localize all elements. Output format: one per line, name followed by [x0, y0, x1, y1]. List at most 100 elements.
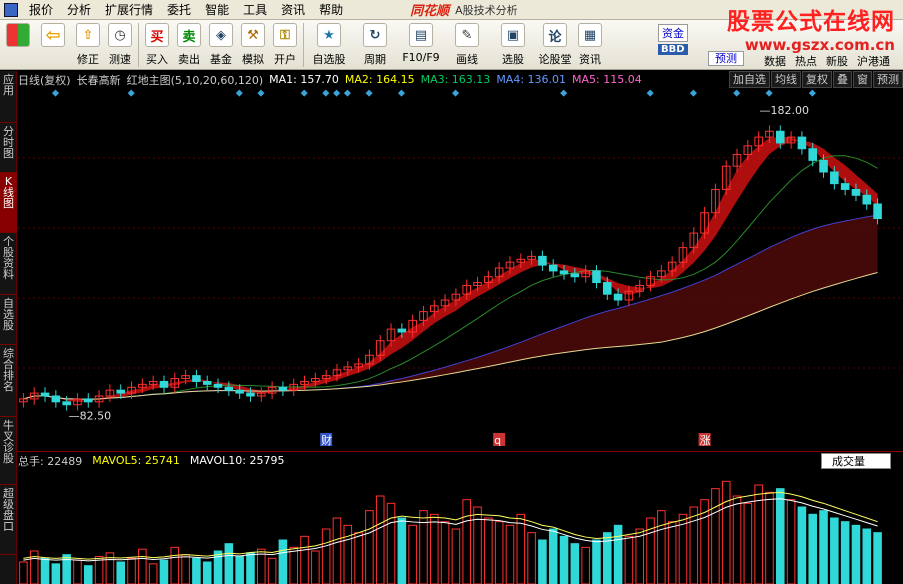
watchlist-button[interactable]: ★ 自选股 — [306, 20, 352, 70]
candle-body — [840, 183, 850, 190]
left-tab-watchlist[interactable]: 自选股 — [0, 295, 17, 345]
volume-bar — [365, 510, 374, 584]
menu-item-extended-quote[interactable]: 扩展行情 — [98, 0, 160, 20]
sell-button[interactable]: 卖 卖出 — [173, 20, 205, 70]
watermark-title: 股票公式在线网 — [727, 9, 895, 35]
menu-item-tools[interactable]: 工具 — [236, 0, 274, 20]
candle-body — [202, 380, 212, 385]
volume-bar — [202, 561, 212, 584]
price-chart[interactable]: —182.00 —82.50 财 q 涨 — [18, 88, 903, 450]
volume-bar — [397, 517, 407, 584]
data-label[interactable]: 数据 — [764, 53, 786, 69]
volume-bar — [429, 513, 439, 584]
add-watchlist-button[interactable]: 加自选 — [729, 71, 770, 88]
fix-label: 修正 — [77, 53, 99, 66]
volume-bar — [732, 495, 742, 584]
left-tab-timeshare[interactable]: 分时图 — [0, 123, 17, 173]
right-tab-group: 资金 BBD — [658, 24, 688, 55]
watermark: 股票公式在线网 www.gszx.com.cn — [727, 2, 895, 54]
speed-test-button[interactable]: ◷ 测速 — [104, 20, 136, 70]
window-button[interactable]: 窗 — [853, 71, 872, 88]
adjust-button[interactable]: 复权 — [802, 71, 832, 88]
volume-bar — [419, 510, 428, 584]
indicator-name[interactable]: 红地主图(5,10,20,60,120) — [127, 72, 264, 88]
stock-name: 长春高新 — [76, 73, 121, 87]
back-arrow-icon: ⇦ — [41, 23, 65, 47]
menu-item-news[interactable]: 资讯 — [274, 0, 312, 20]
clock-icon: ◷ — [108, 23, 132, 47]
menu-item-help[interactable]: 帮助 — [312, 0, 350, 20]
left-tab-diagnosis[interactable]: 牛叉诊股 — [0, 417, 17, 485]
fund-button[interactable]: ◈ 基金 — [205, 20, 237, 70]
open-account-button[interactable]: ⚿ 开户 — [269, 20, 301, 70]
signal-marker — [808, 89, 816, 97]
candle-body — [548, 264, 558, 272]
total-volume: 总手: 22489 — [18, 454, 83, 468]
signal-marker — [733, 89, 741, 97]
candle-body — [819, 159, 828, 173]
signal-marker — [333, 89, 341, 97]
buy-button[interactable]: 买 买入 — [141, 20, 173, 70]
left-tab-super-board[interactable]: 超级盘口 — [0, 485, 17, 555]
simulate-button[interactable]: ⚒ 模拟 — [237, 20, 269, 70]
ma5-value: MA5: 115.04 — [572, 73, 642, 86]
menu-item-smart[interactable]: 智能 — [198, 0, 236, 20]
volume-bar — [743, 502, 753, 584]
signal-marker — [397, 89, 406, 97]
volume-bar — [862, 528, 872, 584]
tab-capital[interactable]: 资金 — [658, 24, 688, 42]
back-button[interactable]: ⇦ — [34, 20, 72, 70]
period-label: 周期 — [364, 53, 386, 66]
new-stock-label[interactable]: 新股 — [826, 53, 848, 69]
volume-bar — [386, 502, 396, 584]
news-label: 资讯 — [579, 53, 601, 66]
volume-bar — [375, 495, 385, 584]
period-label[interactable]: 日线(复权) — [18, 72, 71, 88]
ma1-value: MA1: 157.70 — [269, 73, 339, 86]
signal-marker — [452, 89, 460, 97]
left-tab-profile[interactable]: 个股资料 — [0, 233, 17, 295]
f10-button[interactable]: ▤ F10/F9 — [398, 20, 444, 70]
cycle-icon: ↻ — [363, 23, 387, 47]
volume-bar — [51, 563, 61, 584]
signal-marker — [365, 89, 373, 97]
signal-marker — [343, 89, 351, 97]
volume-info-bar: 总手: 22489 MAVOL5: 25741 MAVOL10: 25795 成… — [18, 451, 903, 469]
volume-bar — [473, 506, 482, 584]
volume-bar — [689, 506, 699, 584]
candle-body — [775, 130, 785, 144]
hk-connect-label[interactable]: 沪港通 — [857, 53, 890, 69]
volume-bar — [559, 535, 569, 584]
stock-picker-button[interactable]: ▣ 选股 — [490, 20, 536, 70]
menu-item-trade[interactable]: 委托 — [160, 0, 198, 20]
grid-button[interactable] — [2, 20, 34, 70]
candle-body — [559, 270, 569, 275]
volume-chart[interactable] — [18, 470, 903, 584]
right-label-group: 数据 热点 新股 沪港通 — [764, 53, 890, 69]
fix-button[interactable]: ⇧ 修正 — [72, 20, 104, 70]
candle-body — [797, 136, 807, 150]
news-button[interactable]: ▦ 资讯 — [574, 20, 606, 70]
left-tab-kline[interactable]: K线图 — [0, 173, 17, 233]
hotspot-label[interactable]: 热点 — [795, 53, 817, 69]
left-tab-apps[interactable]: 应用 — [0, 71, 17, 123]
tab-bbd[interactable]: BBD — [658, 44, 688, 55]
left-tab-ranking[interactable]: 综合排名 — [0, 345, 17, 417]
mavol5-value: MAVOL5: 25741 — [92, 454, 180, 467]
period-button[interactable]: ↻ 周期 — [352, 20, 398, 70]
volume-bar — [516, 513, 526, 584]
candle-body — [40, 392, 50, 397]
menu-item-quote[interactable]: 报价 — [22, 0, 60, 20]
ma-button[interactable]: 均线 — [771, 71, 801, 88]
menu-item-analysis[interactable]: 分析 — [60, 0, 98, 20]
forecast-button[interactable]: 预测 — [873, 71, 903, 88]
indicator-select[interactable]: 成交量 — [821, 453, 891, 469]
draw-line-button[interactable]: ✎ 画线 — [444, 20, 490, 70]
mavol10-value: MAVOL10: 25795 — [189, 454, 285, 467]
forum-button[interactable]: 论 论股堂 — [536, 20, 574, 70]
overlay-button[interactable]: 叠 — [833, 71, 852, 88]
volume-bar — [300, 535, 309, 584]
sell-label: 卖出 — [178, 53, 200, 66]
app-logo-icon — [4, 2, 18, 17]
candle-body — [602, 282, 612, 295]
